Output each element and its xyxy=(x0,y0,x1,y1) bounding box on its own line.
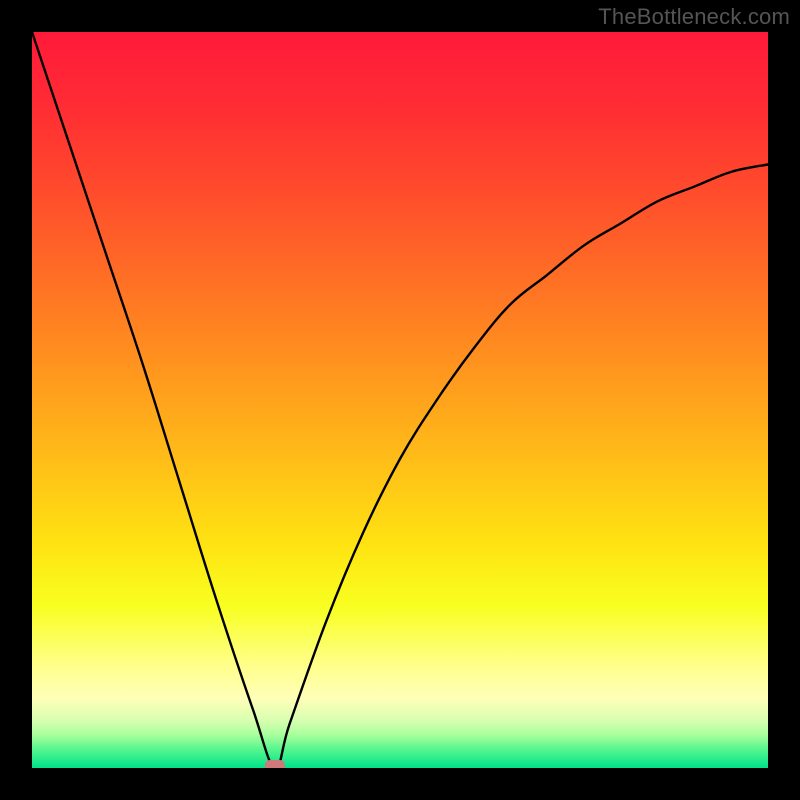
chart-svg xyxy=(32,32,768,768)
chart-background-gradient xyxy=(32,32,768,768)
watermark-text: TheBottleneck.com xyxy=(598,4,790,30)
minimum-marker xyxy=(265,760,285,768)
chart-plot-area xyxy=(32,32,768,768)
